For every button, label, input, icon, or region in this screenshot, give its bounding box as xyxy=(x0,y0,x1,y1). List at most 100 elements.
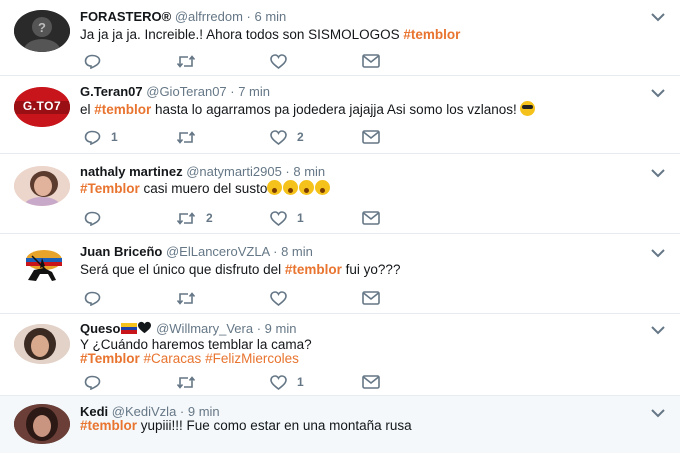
black-heart-icon xyxy=(138,321,152,334)
heart-icon xyxy=(270,290,287,306)
timestamp[interactable]: 8 min xyxy=(281,244,313,259)
scream-emoji-icon xyxy=(299,180,315,195)
sunglasses-emoji-icon xyxy=(520,101,536,116)
timestamp[interactable]: 6 min xyxy=(255,9,287,24)
tweet[interactable]: ? FORASTERO® @alfrredom · 6 min Ja ja ja… xyxy=(0,0,680,76)
tweet-header: Queso @Willmary_Vera · 9 min xyxy=(80,321,296,336)
chevron-down-icon[interactable] xyxy=(650,325,666,335)
tweet[interactable]: G.TO7 G.Teran07 @GioTeran07 · 7 min el #… xyxy=(0,76,680,154)
reply-count: 1 xyxy=(111,130,118,144)
retweet-button[interactable] xyxy=(176,290,206,306)
retweet-button[interactable] xyxy=(176,129,206,145)
tweet[interactable]: Kedi @KediVzla · 9 min #temblor yupiii!!… xyxy=(0,396,680,453)
svg-text:?: ? xyxy=(38,20,46,35)
avatar[interactable] xyxy=(14,404,70,444)
retweet-button[interactable] xyxy=(176,374,206,390)
handle[interactable]: @ElLanceroVZLA xyxy=(166,244,270,259)
display-name[interactable]: FORASTERO® xyxy=(80,9,171,24)
direct-message-button[interactable] xyxy=(362,53,380,69)
venezuela-flag-icon xyxy=(121,323,138,334)
handle[interactable]: @alfrredom xyxy=(175,9,243,24)
scream-emoji-icon xyxy=(267,180,283,195)
retweet-button[interactable] xyxy=(176,53,206,69)
direct-message-button[interactable] xyxy=(362,374,380,390)
reply-icon xyxy=(84,211,101,226)
avatar[interactable]: G.TO7 xyxy=(14,87,70,127)
retweet-icon xyxy=(176,130,196,144)
handle[interactable]: @Willmary_Vera xyxy=(156,321,253,336)
tweet[interactable]: Juan Briceño @ElLanceroVZLA · 8 min Será… xyxy=(0,234,680,314)
reply-button[interactable] xyxy=(84,290,111,306)
tweet-header: FORASTERO® @alfrredom · 6 min xyxy=(80,9,286,24)
timestamp[interactable]: 8 min xyxy=(293,164,325,179)
chevron-down-icon[interactable] xyxy=(650,88,666,98)
direct-message-button[interactable] xyxy=(362,129,380,145)
direct-message-button[interactable] xyxy=(362,290,380,306)
avatar-image xyxy=(14,246,70,286)
heart-icon xyxy=(270,129,287,145)
reply-icon xyxy=(84,130,101,145)
handle[interactable]: @natymarti2905 xyxy=(186,164,282,179)
timestamp[interactable]: 7 min xyxy=(238,84,270,99)
like-button[interactable]: 1 xyxy=(270,374,304,390)
tweet-text: #Temblor casi muero del susto xyxy=(80,180,331,198)
retweet-icon xyxy=(176,211,196,225)
avatar-label: G.TO7 xyxy=(22,99,62,113)
like-button[interactable] xyxy=(270,53,297,69)
like-count: 2 xyxy=(297,130,304,144)
separator: · xyxy=(242,9,255,24)
hashtag-link[interactable]: #temblor xyxy=(80,418,137,433)
tweet-actions xyxy=(84,290,394,306)
reply-button[interactable]: 1 xyxy=(84,129,118,145)
retweet-button[interactable]: 2 xyxy=(176,210,213,226)
display-name[interactable]: G.Teran07 xyxy=(80,84,143,99)
display-name[interactable]: Queso xyxy=(80,321,120,336)
envelope-icon xyxy=(362,211,380,225)
direct-message-button[interactable] xyxy=(362,210,380,226)
tweet-text: el #temblor hasta lo agarramos pa jodede… xyxy=(80,101,536,119)
hashtag-link[interactable]: #Temblor xyxy=(80,351,140,366)
tweet[interactable]: Queso @Willmary_Vera · 9 min Y ¿Cuándo h… xyxy=(0,314,680,396)
hashtag-link[interactable]: #temblor xyxy=(285,262,342,277)
tweet-actions: 2 1 xyxy=(84,210,394,226)
avatar[interactable] xyxy=(14,324,70,364)
avatar[interactable]: ? xyxy=(14,10,70,52)
tweet[interactable]: nathaly martinez @natymarti2905 · 8 min … xyxy=(0,154,680,234)
chevron-down-icon[interactable] xyxy=(650,248,666,258)
avatar-image xyxy=(14,404,70,444)
hashtag-link[interactable]: #temblor xyxy=(403,27,460,42)
reply-button[interactable] xyxy=(84,210,111,226)
retweet-icon xyxy=(176,375,196,389)
avatar[interactable] xyxy=(14,246,70,286)
tweet-header: nathaly martinez @natymarti2905 · 8 min xyxy=(80,164,325,179)
hashtag-link[interactable]: #Temblor xyxy=(80,181,140,196)
envelope-icon xyxy=(362,54,380,68)
avatar[interactable] xyxy=(14,166,70,206)
envelope-icon xyxy=(362,375,380,389)
tweet-header: Juan Briceño @ElLanceroVZLA · 8 min xyxy=(80,244,313,259)
timestamp[interactable]: 9 min xyxy=(265,321,297,336)
hashtag-link[interactable]: #Caracas xyxy=(144,351,202,366)
reply-icon xyxy=(84,54,101,69)
retweet-icon xyxy=(176,54,196,68)
chevron-down-icon[interactable] xyxy=(650,12,666,22)
like-button[interactable]: 1 xyxy=(270,210,304,226)
like-button[interactable] xyxy=(270,290,297,306)
tweet-hashtags: #Temblor #Caracas #FelizMiercoles xyxy=(80,350,299,368)
reply-button[interactable] xyxy=(84,374,111,390)
tweet-actions: 1 2 xyxy=(84,129,394,145)
hashtag-link[interactable]: #FelizMiercoles xyxy=(205,351,299,366)
like-button[interactable]: 2 xyxy=(270,129,304,145)
chevron-down-icon[interactable] xyxy=(650,408,666,418)
envelope-icon xyxy=(362,291,380,305)
hashtag-link[interactable]: #temblor xyxy=(94,102,151,117)
retweet-count: 2 xyxy=(206,211,213,225)
chevron-down-icon[interactable] xyxy=(650,168,666,178)
display-name[interactable]: Juan Briceño xyxy=(80,244,162,259)
reply-button[interactable] xyxy=(84,53,111,69)
handle[interactable]: @GioTeran07 xyxy=(146,84,226,99)
envelope-icon xyxy=(362,130,380,144)
display-name[interactable]: nathaly martinez xyxy=(80,164,183,179)
heart-icon xyxy=(270,374,287,390)
like-count: 1 xyxy=(297,211,304,225)
